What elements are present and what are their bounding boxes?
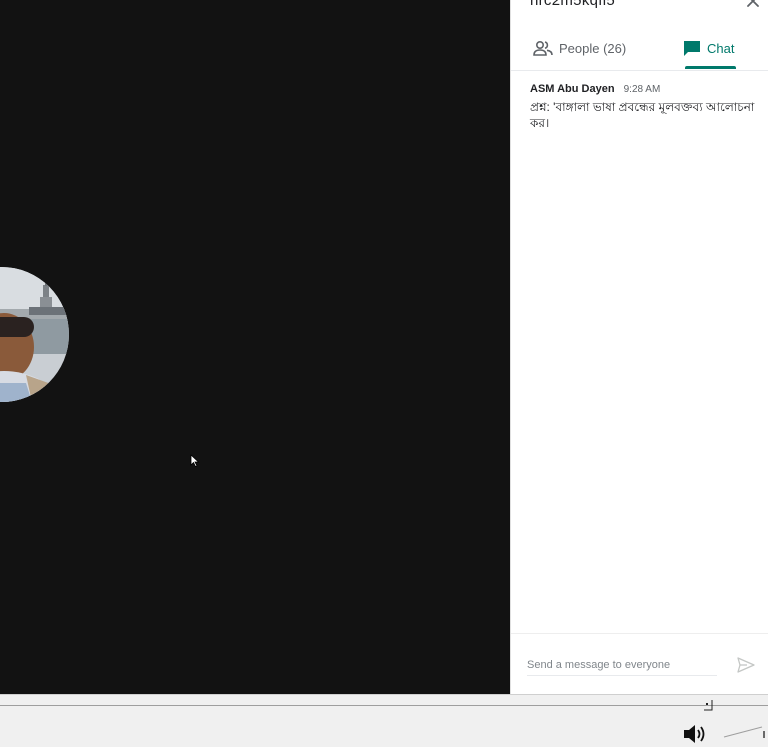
meet-window: nrc2m5kqfi5 People (26) Chat ASM Abu Day… — [0, 0, 768, 747]
mouse-cursor-icon — [190, 454, 200, 468]
people-icon — [533, 40, 553, 56]
tab-people[interactable]: People (26) — [533, 28, 626, 68]
input-underline — [527, 675, 717, 676]
video-stage — [0, 0, 510, 694]
message-composer — [511, 633, 768, 695]
message-text: প্রশ্ন: 'বাঙ্গালা ভাষা প্রবন্ধের মূলবক্ত… — [530, 100, 755, 130]
seek-marker-icon[interactable] — [703, 699, 713, 711]
send-icon[interactable] — [737, 656, 755, 674]
panel-tabs: People (26) Chat — [511, 28, 768, 71]
tab-people-label: People (26) — [559, 40, 627, 56]
message-time: 9:28 AM — [623, 84, 661, 95]
participant-avatar[interactable] — [0, 267, 69, 402]
active-tab-indicator — [685, 66, 736, 69]
close-icon[interactable] — [746, 0, 760, 8]
chat-icon — [684, 40, 700, 56]
tab-chat[interactable]: Chat — [683, 28, 734, 68]
volume-slider[interactable] — [722, 723, 768, 739]
chat-panel: nrc2m5kqfi5 People (26) Chat ASM Abu Day… — [510, 0, 768, 694]
participant-photo — [0, 267, 69, 402]
message-header: ASM Abu Dayen 9:28 AM — [530, 82, 758, 97]
seek-track[interactable] — [0, 705, 768, 706]
meeting-code: nrc2m5kqfi5 — [530, 0, 616, 9]
chat-messages: ASM Abu Dayen 9:28 AM প্রশ্ন: 'বাঙ্গালা … — [530, 82, 758, 131]
volume-icon[interactable] — [682, 723, 710, 745]
message-input[interactable] — [527, 656, 717, 674]
player-toolbar — [0, 694, 768, 747]
message-sender: ASM Abu Dayen — [530, 83, 615, 95]
chat-message: ASM Abu Dayen 9:28 AM প্রশ্ন: 'বাঙ্গালা … — [530, 82, 758, 131]
tab-chat-label: Chat — [707, 40, 735, 56]
